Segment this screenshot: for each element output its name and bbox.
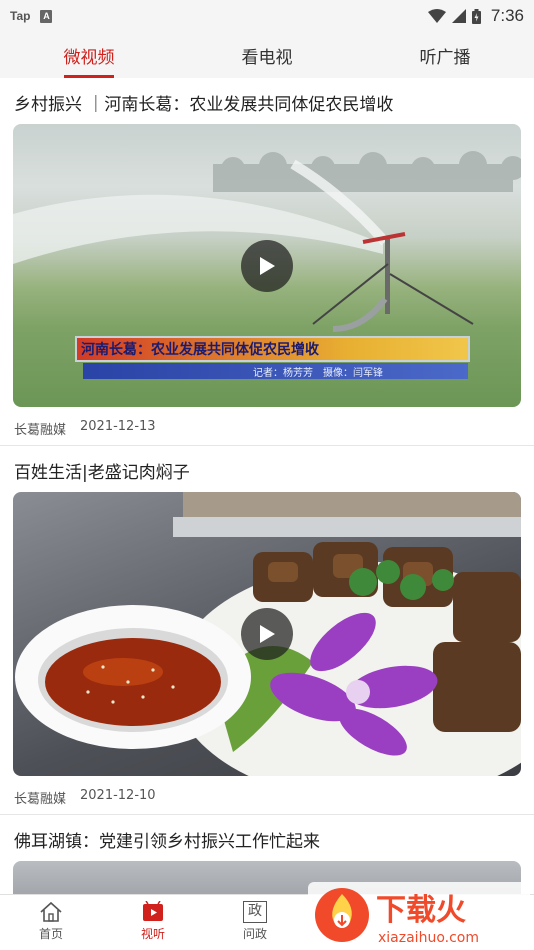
video-date: 2021-12-10 (80, 788, 156, 803)
play-icon (260, 625, 275, 643)
video-title[interactable]: 乡村振兴 ｜河南长葛：农业发展共同体促农民增收 (0, 78, 534, 124)
nav-inquiry-label: 问政 (242, 927, 267, 941)
video-meta: 长葛融媒 2021-12-13 (0, 407, 534, 445)
watermark-url: xiazaihuo.com (378, 930, 479, 946)
wifi-icon (427, 9, 446, 23)
watermark-logo: 下载火 xiazaihuo.com (308, 882, 530, 948)
category-tabs: 微视频 看电视 听广播 (0, 32, 534, 78)
play-button[interactable] (241, 608, 293, 660)
video-title[interactable]: 佛耳湖镇：党建引领乡村振兴工作忙起来 (0, 815, 534, 861)
video-card[interactable]: 乡村振兴 ｜河南长葛：农业发展共同体促农民增收 河南长葛：农业发展共同体促农民增… (0, 78, 534, 446)
video-thumbnail[interactable]: 河南长葛：农业发展共同体促农民增收 记者：杨芳芳 摄像：闫军锋 (13, 124, 521, 407)
video-source: 长葛融媒 (14, 423, 67, 438)
signal-icon (451, 9, 466, 23)
nav-home[interactable]: 首页 (0, 895, 102, 950)
video-thumbnail[interactable] (13, 492, 521, 776)
zheng-icon: 政 (243, 901, 267, 923)
status-time: 7:36 (490, 6, 524, 25)
status-app-label: Tap (10, 9, 31, 23)
home-icon (40, 901, 62, 922)
video-source: 长葛融媒 (14, 792, 67, 807)
status-bar: Tap A 7:36 (0, 0, 534, 32)
nav-home-label: 首页 (38, 927, 63, 941)
nav-audio-video-label: 视听 (140, 927, 165, 941)
nav-inquiry[interactable]: 政 问政 (204, 895, 306, 950)
video-date: 2021-12-13 (80, 419, 156, 434)
a-notification-icon: A (40, 9, 53, 23)
tab-micro-video[interactable]: 微视频 (0, 32, 178, 78)
nav-audio-video[interactable]: 视听 (102, 895, 204, 950)
video-card[interactable]: 百姓生活|老盛记肉焖子 长葛融媒 2021-12-10 (0, 446, 534, 815)
video-meta: 长葛融媒 2021-12-10 (0, 776, 534, 814)
video-feed: 乡村振兴 ｜河南长葛：农业发展共同体促农民增收 河南长葛：农业发展共同体促农民增… (0, 78, 534, 901)
play-icon (260, 256, 275, 275)
video-icon (143, 901, 163, 921)
overlay-credits: 记者：杨芳芳 摄像：闫军锋 (253, 368, 383, 379)
tab-tv[interactable]: 看电视 (178, 32, 356, 78)
video-title[interactable]: 百姓生活|老盛记肉焖子 (0, 446, 534, 492)
tab-radio[interactable]: 听广播 (356, 32, 534, 78)
watermark-brand: 下载火 (376, 893, 466, 928)
overlay-title: 河南长葛：农业发展共同体促农民增收 (81, 342, 319, 358)
watermark-graphic: 下载火 xiazaihuo.com (308, 882, 530, 948)
battery-icon (471, 8, 481, 24)
play-button[interactable] (241, 239, 293, 292)
